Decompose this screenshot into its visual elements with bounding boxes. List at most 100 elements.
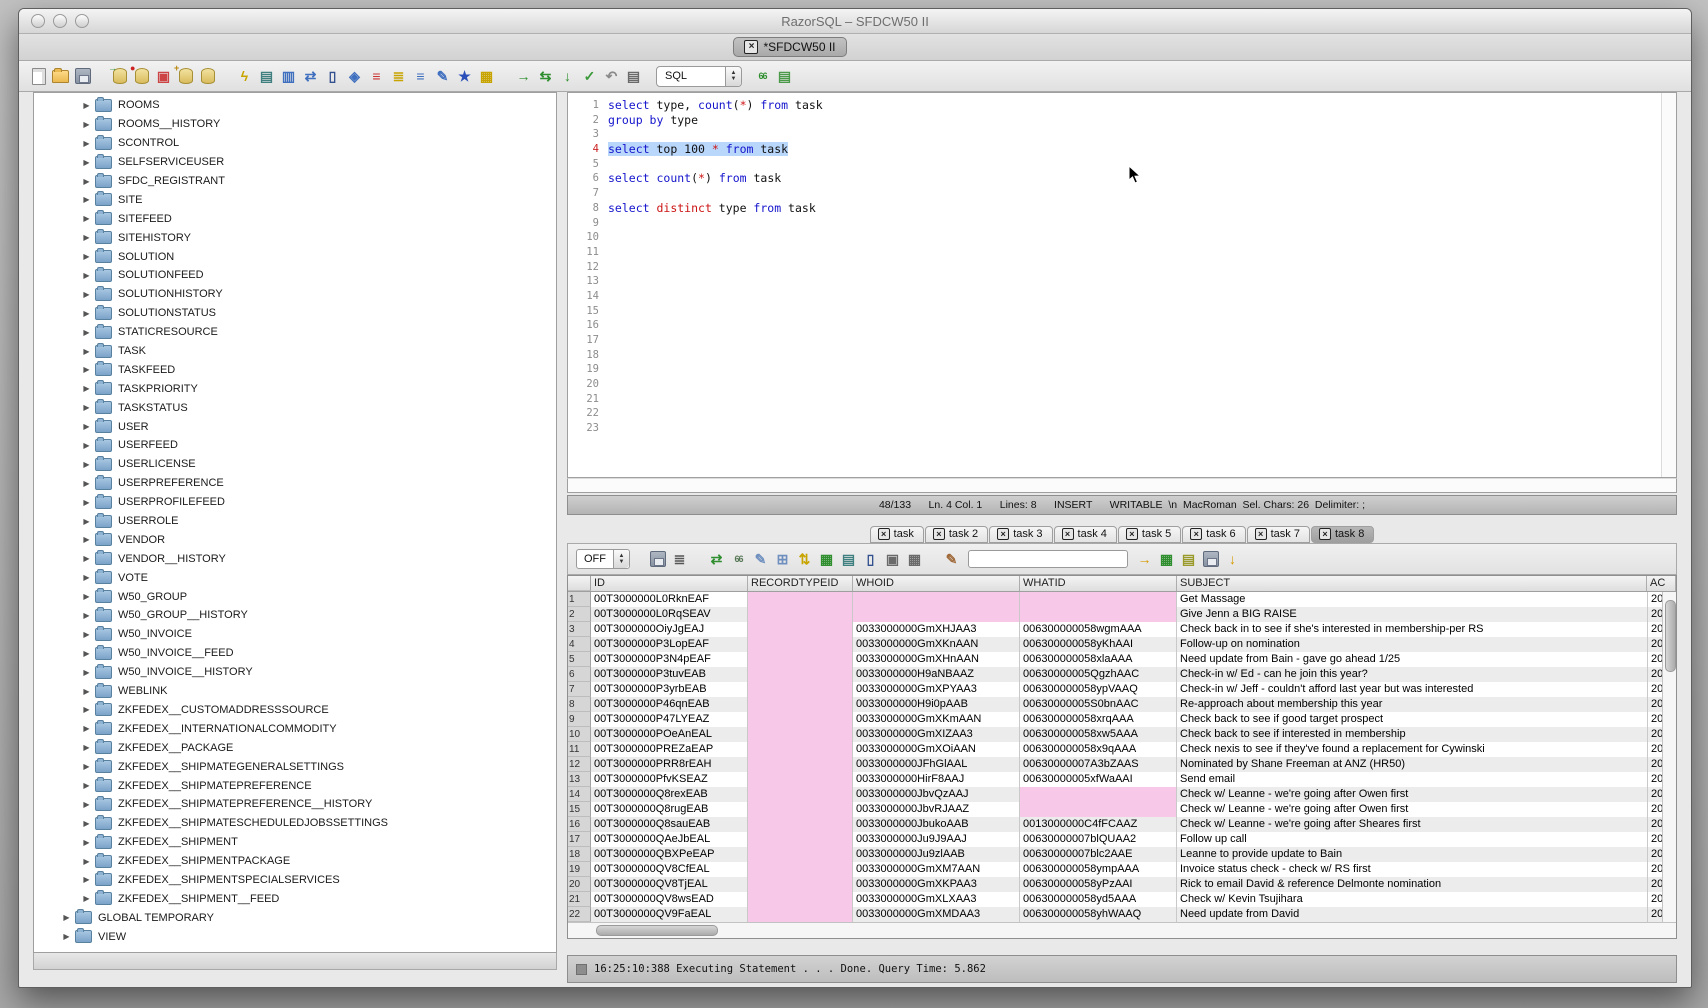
describe-grid-icon[interactable]: ▤ <box>839 550 858 569</box>
sidebar-item-zkfedex-shipmatescheduledjobssettings[interactable]: ▶ZKFEDEX__SHIPMATESCHEDULEDJOBSSETTINGS <box>34 814 556 833</box>
disclosure-triangle-icon[interactable]: ▶ <box>82 214 91 223</box>
row-number-cell[interactable]: 11 <box>568 742 591 757</box>
sidebar-item-userrole[interactable]: ▶USERROLE <box>34 512 556 531</box>
disclosure-triangle-icon[interactable]: ▶ <box>82 422 91 431</box>
table-row[interactable]: 1100T3000000PREZaEAP0033000000GmXOiAAN00… <box>568 742 1676 757</box>
disclosure-triangle-icon[interactable]: ▶ <box>82 800 91 809</box>
disclosure-triangle-icon[interactable]: ▶ <box>82 894 91 903</box>
table-cell[interactable]: Check w/ Leanne - we're going after Owen… <box>1177 787 1648 802</box>
column-header-AC[interactable]: AC <box>1647 576 1676 591</box>
table-cell[interactable]: 0033000000GmXHJAA3 <box>853 622 1020 637</box>
sidebar-item-zkfedex-shipment[interactable]: ▶ZKFEDEX__SHIPMENT <box>34 833 556 852</box>
table-cell[interactable]: Check back to see if good target prospec… <box>1177 712 1648 727</box>
insert-row-icon[interactable]: ⊞ <box>773 550 792 569</box>
table-cell[interactable]: 0033000000GmXMDAA3 <box>853 907 1020 922</box>
table-row[interactable]: 2200T3000000QV9FaEAL0033000000GmXMDAA300… <box>568 907 1676 922</box>
row-number-cell[interactable]: 16 <box>568 817 591 832</box>
sort-results-icon[interactable]: ⇅ <box>795 550 814 569</box>
table-cell[interactable] <box>748 652 853 667</box>
sidebar-item-weblink[interactable]: ▶WEBLINK <box>34 682 556 701</box>
document-tab[interactable]: × *SFDCW50 II <box>733 37 846 57</box>
filter-results-icon[interactable]: ≣ <box>670 550 689 569</box>
table-cell[interactable] <box>748 742 853 757</box>
table-row[interactable]: 400T3000000P3LopEAF0033000000GmXKnAAN006… <box>568 637 1676 652</box>
table-cell[interactable]: 0033000000Ju9zlAAB <box>853 847 1020 862</box>
grid-horizontal-scrollbar[interactable] <box>568 922 1676 938</box>
save-results-icon[interactable] <box>648 550 667 569</box>
table-cell[interactable] <box>748 907 853 922</box>
table-cell[interactable] <box>748 817 853 832</box>
sidebar-item-solutionfeed[interactable]: ▶SOLUTIONFEED <box>34 266 556 285</box>
close-tab-icon[interactable]: × <box>878 528 890 540</box>
table-row[interactable]: 1400T3000000Q8rexEAB0033000000JbvQzAAJCh… <box>568 787 1676 802</box>
sidebar-item-userprofilefeed[interactable]: ▶USERPROFILEFEED <box>34 493 556 512</box>
execute-lightning-icon[interactable]: ϟ <box>235 67 254 86</box>
results-tab-task-2[interactable]: ×task 2 <box>925 526 988 543</box>
table-cell[interactable]: Follow up call <box>1177 832 1648 847</box>
table-cell[interactable]: Check w/ Leanne - we're going after Owen… <box>1177 802 1648 817</box>
connect-database-icon[interactable]: → <box>110 67 129 86</box>
fetch-more-icon[interactable]: ↓ <box>1223 550 1242 569</box>
row-number-cell[interactable]: 13 <box>568 772 591 787</box>
disclosure-triangle-icon[interactable]: ▶ <box>82 158 91 167</box>
table-cell[interactable] <box>748 622 853 637</box>
view-row-icon[interactable]: 66 <box>729 550 748 569</box>
copy-tables-icon[interactable]: ▣ <box>154 67 173 86</box>
results-tab-task-8[interactable]: ×task 8 <box>1311 526 1374 543</box>
panel-splitter[interactable] <box>557 92 567 988</box>
disclosure-triangle-icon[interactable]: ▶ <box>82 668 91 677</box>
tree-horizontal-scrollbar[interactable] <box>33 953 557 970</box>
table-cell[interactable] <box>1020 787 1177 802</box>
table-row[interactable]: 200T3000000L0RqSEAVGive Jenn a BIG RAISE… <box>568 607 1676 622</box>
table-cell[interactable]: Invoice status check - check w/ RS first <box>1177 862 1648 877</box>
disclosure-triangle-icon[interactable]: ▶ <box>82 875 91 884</box>
row-number-cell[interactable]: 20 <box>568 877 591 892</box>
table-cell[interactable]: 00630000005QgzhAAC <box>1020 667 1177 682</box>
table-cell[interactable]: Check nexis to see if they've found a re… <box>1177 742 1648 757</box>
disclosure-triangle-icon[interactable]: ▶ <box>82 328 91 337</box>
sidebar-item-vendor[interactable]: ▶VENDOR <box>34 530 556 549</box>
table-row[interactable]: 1800T3000000QBXPeEAP0033000000Ju9zlAAB00… <box>568 847 1676 862</box>
column-header-WHATID[interactable]: WHATID <box>1020 576 1177 591</box>
disclosure-triangle-icon[interactable]: ▶ <box>82 705 91 714</box>
disclosure-triangle-icon[interactable]: ▶ <box>82 687 91 696</box>
table-cell[interactable]: 00T3000000P3LopEAF <box>591 637 748 652</box>
table-cell[interactable]: 0033000000GmXKPAA3 <box>853 877 1020 892</box>
table-cell[interactable]: 00T3000000Q8rexEAB <box>591 787 748 802</box>
sidebar-item-rooms[interactable]: ▶ROOMS <box>34 96 556 115</box>
sidebar-item-w50-group-history[interactable]: ▶W50_GROUP__HISTORY <box>34 606 556 625</box>
table-row[interactable]: 800T3000000P46qnEAB0033000000H9i0pAAB006… <box>568 697 1676 712</box>
table-cell[interactable] <box>748 667 853 682</box>
editor-vertical-scrollbar[interactable] <box>1661 93 1676 477</box>
table-row[interactable]: 1300T3000000PfvKSEAZ0033000000HirF8AAJ00… <box>568 772 1676 787</box>
table-cell[interactable]: 0033000000GmXOiAAN <box>853 742 1020 757</box>
table-cell[interactable] <box>748 862 853 877</box>
table-cell[interactable]: 00T3000000QV9FaEAL <box>591 907 748 922</box>
disconnect-database-icon[interactable]: ● <box>132 67 151 86</box>
sidebar-item-solutionstatus[interactable]: ▶SOLUTIONSTATUS <box>34 304 556 323</box>
quotes-icon[interactable]: 66 <box>753 67 772 86</box>
table-row[interactable]: 300T3000000OiyJgEAJ0033000000GmXHJAA3006… <box>568 622 1676 637</box>
table-cell[interactable] <box>748 697 853 712</box>
disclosure-triangle-icon[interactable]: ▶ <box>82 290 91 299</box>
table-cell[interactable]: 0033000000GmXHnAAN <box>853 652 1020 667</box>
table-cell[interactable]: 006300000058xw5AAA <box>1020 727 1177 742</box>
export-results-icon[interactable]: ▦ <box>1157 550 1176 569</box>
table-cell[interactable]: 00T3000000P3yrbEAB <box>591 682 748 697</box>
table-cell[interactable]: 0033000000JbvQzAAJ <box>853 787 1020 802</box>
table-row[interactable]: 2000T3000000QV8TjEAL0033000000GmXKPAA300… <box>568 877 1676 892</box>
table-cell[interactable]: 00T3000000PREZaEAP <box>591 742 748 757</box>
row-number-cell[interactable]: 5 <box>568 652 591 667</box>
sidebar-item-taskfeed[interactable]: ▶TASKFEED <box>34 360 556 379</box>
table-cell[interactable]: 00T3000000QV8CfEAL <box>591 862 748 877</box>
results-tab-task-7[interactable]: ×task 7 <box>1247 526 1310 543</box>
sidebar-item-zkfedex-shipmentspecialservices[interactable]: ▶ZKFEDEX__SHIPMENTSPECIALSERVICES <box>34 871 556 890</box>
sidebar-item-view[interactable]: ▶VIEW <box>34 927 556 946</box>
disclosure-triangle-icon[interactable]: ▶ <box>82 271 91 280</box>
row-number-cell[interactable]: 2 <box>568 607 591 622</box>
page-icon[interactable]: ▯ <box>861 550 880 569</box>
sidebar-item-zkfedex-customaddresssource[interactable]: ▶ZKFEDEX__CUSTOMADDRESSSOURCE <box>34 701 556 720</box>
table-cell[interactable]: 0033000000GmXIZAA3 <box>853 727 1020 742</box>
table-cell[interactable]: Follow-up on nomination <box>1177 637 1648 652</box>
results-tab-task-6[interactable]: ×task 6 <box>1182 526 1245 543</box>
